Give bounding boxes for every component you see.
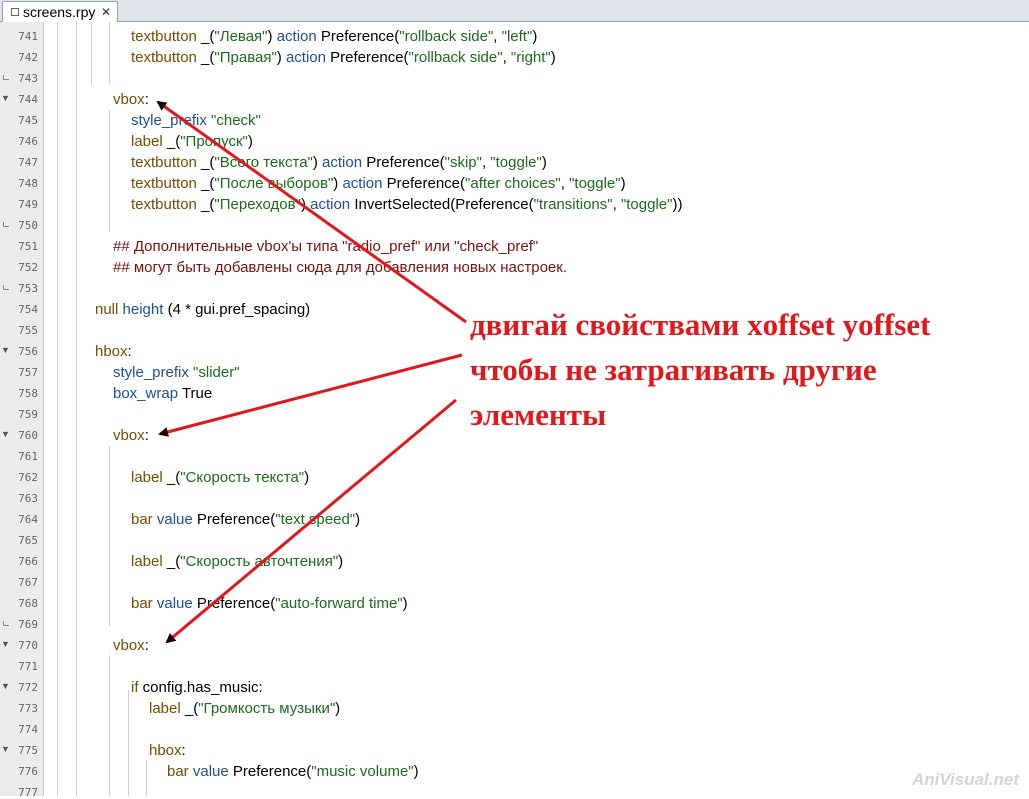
annotation-line-1: двигай свойствами xoffset yoffset <box>470 307 931 342</box>
annotation-line-2: чтобы не затрагивать другие <box>470 352 877 387</box>
annotation-line-3: элементы <box>470 397 607 432</box>
watermark: AniVisual.net <box>911 770 1019 789</box>
arrow-to-vbox-770 <box>165 398 457 644</box>
annotation-text: двигай свойствами xoffset yoffset чтобы … <box>470 302 930 437</box>
arrow-to-vbox-760 <box>158 353 463 437</box>
arrow-to-vbox-744 <box>156 100 467 324</box>
